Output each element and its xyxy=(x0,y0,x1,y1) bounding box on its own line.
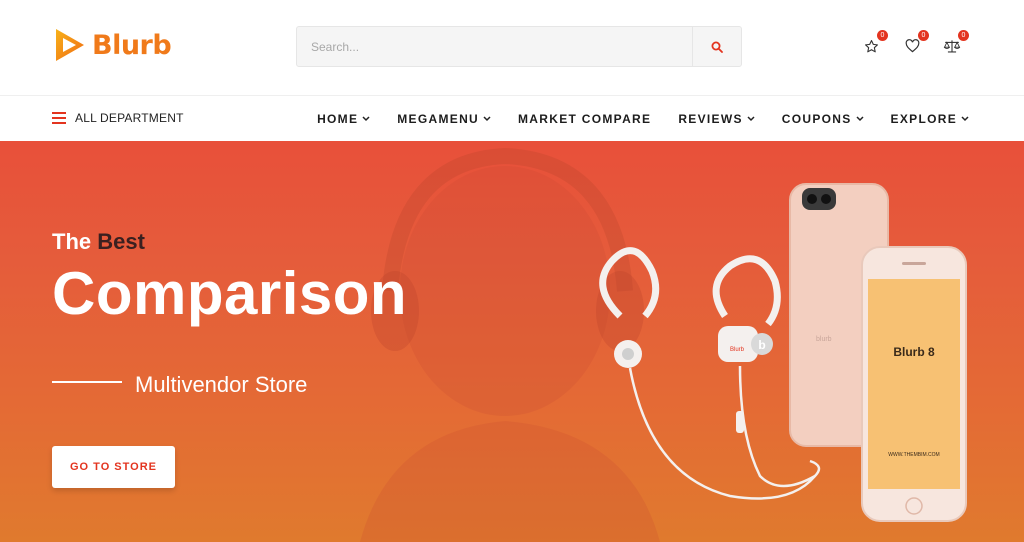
menu-item-reviews[interactable]: REVIEWS xyxy=(678,112,755,126)
chevron-down-icon xyxy=(961,116,969,122)
phone-screen-text: Blurb 8 xyxy=(893,345,935,359)
chevron-down-icon xyxy=(856,116,864,122)
earphone-mark: b xyxy=(758,338,765,352)
menu-item-label: REVIEWS xyxy=(678,112,743,126)
star-icon xyxy=(864,39,878,52)
hero-subtitle: Multivendor Store xyxy=(135,372,308,397)
all-department-label: ALL DEPARTMENT xyxy=(75,111,184,125)
heart-count-badge: 0 xyxy=(918,30,929,41)
search-icon xyxy=(711,41,723,53)
search-button[interactable] xyxy=(692,27,741,66)
all-department-menu[interactable]: ALL DEPARTMENT xyxy=(52,111,184,125)
hero-divider-line xyxy=(52,381,122,383)
earphones: b Blurb xyxy=(599,247,821,500)
primary-menu: HOME MEGAMENU MARKET COMPARE REVIEWS COU… xyxy=(317,112,969,126)
hero-products-image: blurb Blurb 8 WWW.THEMBIM.COM b Blurb xyxy=(599,183,967,522)
chevron-down-icon xyxy=(483,116,491,122)
menu-item-label: HOME xyxy=(317,112,359,126)
menu-item-label: MEGAMENU xyxy=(397,112,479,126)
svg-text:blurb: blurb xyxy=(816,336,832,343)
menu-item-label: EXPLORE xyxy=(890,112,957,126)
hamburger-icon xyxy=(52,112,66,124)
menu-item-explore[interactable]: EXPLORE xyxy=(891,112,969,126)
phone-screen-url: WWW.THEMBIM.COM xyxy=(888,452,939,458)
front-phone: Blurb 8 WWW.THEMBIM.COM xyxy=(861,246,967,522)
menu-item-market-compare[interactable]: MARKET COMPARE xyxy=(518,112,651,126)
main-nav: ALL DEPARTMENT HOME MEGAMENU MARKET COMP… xyxy=(0,95,1024,141)
wishlist-heart-button[interactable]: 0 xyxy=(901,30,929,56)
menu-item-label: MARKET COMPARE xyxy=(518,112,652,126)
compare-scale-icon xyxy=(943,39,961,52)
compare-button[interactable]: 0 xyxy=(941,30,969,56)
menu-item-megamenu[interactable]: MEGAMENU xyxy=(397,112,491,126)
heart-icon xyxy=(905,39,919,53)
search-input[interactable] xyxy=(297,27,692,66)
logo[interactable]: Blurb xyxy=(52,26,172,64)
site-header: Blurb 0 0 0 xyxy=(0,0,1024,95)
play-logo-icon xyxy=(56,29,84,61)
menu-item-home[interactable]: HOME xyxy=(317,112,370,126)
hero-banner: The Best Comparison Multivendor Store GO… xyxy=(0,141,1024,542)
chevron-down-icon xyxy=(362,116,370,122)
hero-pretitle-accent: Best xyxy=(97,229,145,254)
earphone-text: Blurb xyxy=(730,347,745,353)
hero-title: Comparison xyxy=(52,260,408,327)
menu-item-label: COUPONS xyxy=(781,112,852,126)
star-count-badge: 0 xyxy=(877,30,888,41)
wishlist-star-button[interactable]: 0 xyxy=(860,30,888,56)
menu-item-coupons[interactable]: COUPONS xyxy=(782,112,864,126)
search-bar xyxy=(296,26,742,67)
chevron-down-icon xyxy=(747,116,755,122)
hero-pretitle-word: The xyxy=(52,229,92,254)
logo-text: Blurb xyxy=(92,29,172,61)
compare-count-badge: 0 xyxy=(958,30,969,41)
hero-pretitle: The Best xyxy=(52,229,145,255)
go-to-store-button[interactable]: GO TO STORE xyxy=(52,446,175,488)
